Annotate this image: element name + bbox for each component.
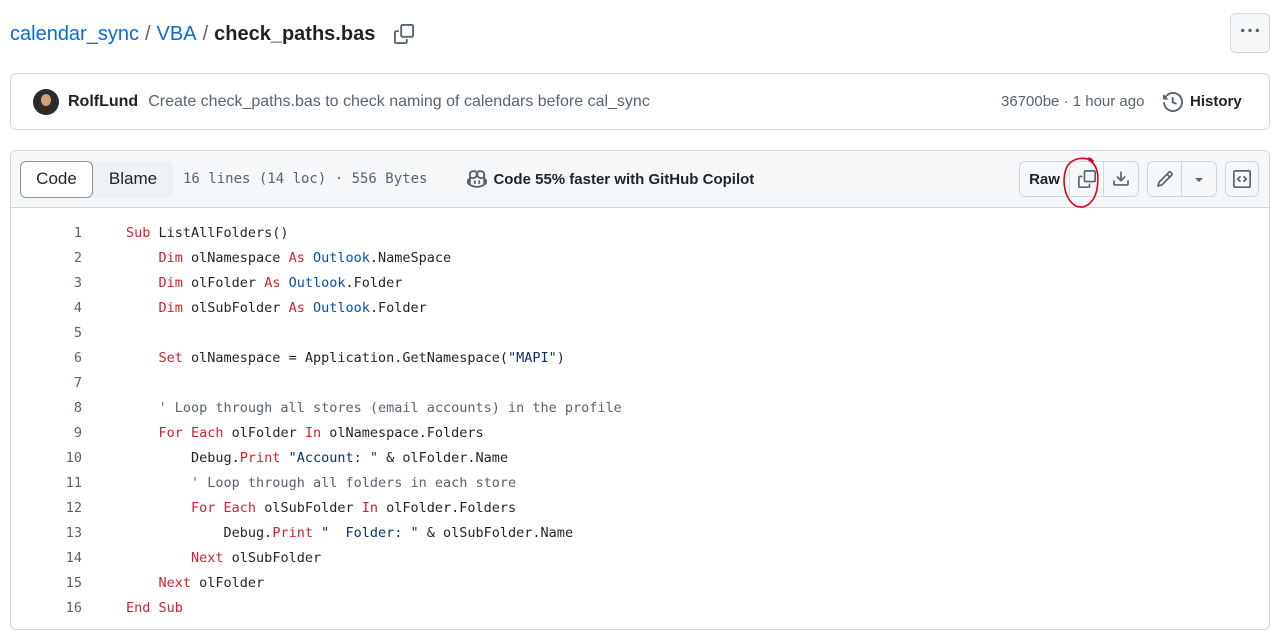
- copilot-icon: [467, 170, 488, 188]
- code-line: 5: [11, 320, 1269, 345]
- history-label: History: [1190, 93, 1242, 110]
- code-line: 1 Sub ListAllFolders(): [11, 220, 1269, 245]
- code-line: 11 ' Loop through all folders in each st…: [11, 470, 1269, 495]
- line-number[interactable]: 6: [11, 350, 82, 366]
- edit-file-button[interactable]: [1148, 162, 1182, 196]
- code-text: End Sub: [126, 599, 183, 616]
- copy-raw-button[interactable]: [1070, 162, 1104, 196]
- code-text: Debug.Print "Account: " & olFolder.Name: [126, 449, 509, 466]
- code-text: Dim olNamespace As Outlook.NameSpace: [158, 249, 452, 266]
- line-number[interactable]: 8: [11, 400, 82, 416]
- raw-actions-group: Raw: [1019, 161, 1139, 197]
- symbols-panel-button[interactable]: [1225, 161, 1259, 197]
- code-line: 9 For Each olFolder In olNamespace.Folde…: [11, 420, 1269, 445]
- code-line: 8 ' Loop through all stores (email accou…: [11, 395, 1269, 420]
- code-text: Debug.Print " Folder: " & olSubFolder.Na…: [126, 524, 574, 541]
- line-number[interactable]: 10: [11, 450, 82, 466]
- line-number[interactable]: 13: [11, 525, 82, 541]
- code-line: 12 For Each olSubFolder In olFolder.Fold…: [11, 495, 1269, 520]
- line-number[interactable]: 5: [11, 325, 82, 341]
- history-button[interactable]: History: [1163, 91, 1242, 112]
- download-button[interactable]: [1104, 162, 1138, 196]
- code-line: 14 Next olSubFolder: [11, 545, 1269, 570]
- code-text: Dim olFolder As Outlook.Folder: [158, 274, 403, 291]
- history-icon: [1163, 91, 1183, 112]
- line-number[interactable]: 2: [11, 250, 82, 266]
- code-text: Sub ListAllFolders(): [126, 224, 289, 241]
- code-line: 15 Next olFolder: [11, 570, 1269, 595]
- code-text: For Each olSubFolder In olFolder.Folders: [191, 499, 517, 516]
- code-line: 6 Set olNamespace = Application.GetNames…: [11, 345, 1269, 370]
- line-number[interactable]: 16: [11, 600, 82, 616]
- breadcrumb-separator: /: [144, 22, 151, 45]
- commit-sha-time[interactable]: 36700be · 1 hour ago: [1001, 93, 1144, 110]
- code-text: ' Loop through all stores (email account…: [158, 399, 622, 416]
- code-line: 7: [11, 370, 1269, 395]
- line-number[interactable]: 1: [11, 225, 82, 241]
- edit-actions-group: [1147, 161, 1217, 197]
- copilot-link[interactable]: Code 55% faster with GitHub Copilot: [467, 169, 754, 189]
- code-square-icon: [1233, 170, 1251, 188]
- code-text: Next olFolder: [158, 574, 265, 591]
- file-viewer: Code Blame 16 lines (14 loc) · 556 Bytes…: [10, 150, 1270, 630]
- code-line: 16 End Sub: [11, 595, 1269, 620]
- breadcrumb-separator: /: [202, 22, 209, 45]
- code-line: 4 Dim olSubFolder As Outlook.Folder: [11, 295, 1269, 320]
- code-text: Set olNamespace = Application.GetNamespa…: [158, 349, 565, 366]
- copy-icon[interactable]: [393, 23, 415, 45]
- line-number[interactable]: 4: [11, 300, 82, 316]
- triangle-down-icon: [1195, 178, 1203, 182]
- code-view: 1 Sub ListAllFolders() 2 Dim olNamespace A…: [11, 208, 1269, 620]
- download-icon: [1113, 171, 1129, 186]
- commit-author-link[interactable]: RolfLund: [68, 93, 138, 111]
- edit-dropdown-button[interactable]: [1182, 162, 1216, 196]
- code-line: 3 Dim olFolder As Outlook.Folder: [11, 270, 1269, 295]
- code-text: For Each olFolder In olNamespace.Folders: [158, 424, 484, 441]
- view-switcher: Code Blame: [20, 160, 173, 198]
- code-line: 2 Dim olNamespace As Outlook.NameSpace: [11, 245, 1269, 270]
- code-text: ' Loop through all folders in each store: [191, 474, 517, 491]
- copilot-label: Code 55% faster with GitHub Copilot: [493, 170, 755, 188]
- code-text: Next olSubFolder: [191, 549, 322, 566]
- line-number[interactable]: 7: [11, 375, 82, 391]
- copy-icon: [1077, 170, 1096, 188]
- code-line: 10 Debug.Print "Account: " & olFolder.Na…: [11, 445, 1269, 470]
- line-number[interactable]: 14: [11, 550, 82, 566]
- pencil-icon: [1156, 171, 1173, 187]
- breadcrumb-repo-link[interactable]: calendar_sync: [10, 23, 139, 46]
- code-text: Dim olSubFolder As Outlook.Folder: [158, 299, 427, 316]
- latest-commit-box: RolfLund Create check_paths.bas to check…: [10, 73, 1270, 130]
- tab-code[interactable]: Code: [20, 160, 93, 198]
- commit-message-link[interactable]: Create check_paths.bas to check naming o…: [148, 93, 650, 111]
- line-number[interactable]: 11: [11, 475, 82, 491]
- line-number[interactable]: 15: [11, 575, 82, 591]
- line-number[interactable]: 3: [11, 275, 82, 291]
- tab-blame[interactable]: Blame: [93, 161, 173, 198]
- breadcrumb-file-name: check_paths.bas: [214, 22, 376, 45]
- code-line: 13 Debug.Print " Folder: " & olSubFolder…: [11, 520, 1269, 545]
- breadcrumb: calendar_sync / VBA / check_paths.bas: [10, 20, 415, 48]
- line-number[interactable]: 9: [11, 425, 82, 441]
- more-options-button[interactable]: [1230, 13, 1270, 53]
- file-meta: 16 lines (14 loc) · 556 Bytes: [183, 171, 428, 187]
- avatar[interactable]: [33, 88, 59, 115]
- kebab-horizontal-icon: [1241, 22, 1259, 45]
- raw-button[interactable]: Raw: [1020, 162, 1070, 196]
- breadcrumb-folder-link[interactable]: VBA: [157, 23, 197, 46]
- file-toolbar: Code Blame 16 lines (14 loc) · 556 Bytes…: [11, 151, 1269, 208]
- line-number[interactable]: 12: [11, 500, 82, 516]
